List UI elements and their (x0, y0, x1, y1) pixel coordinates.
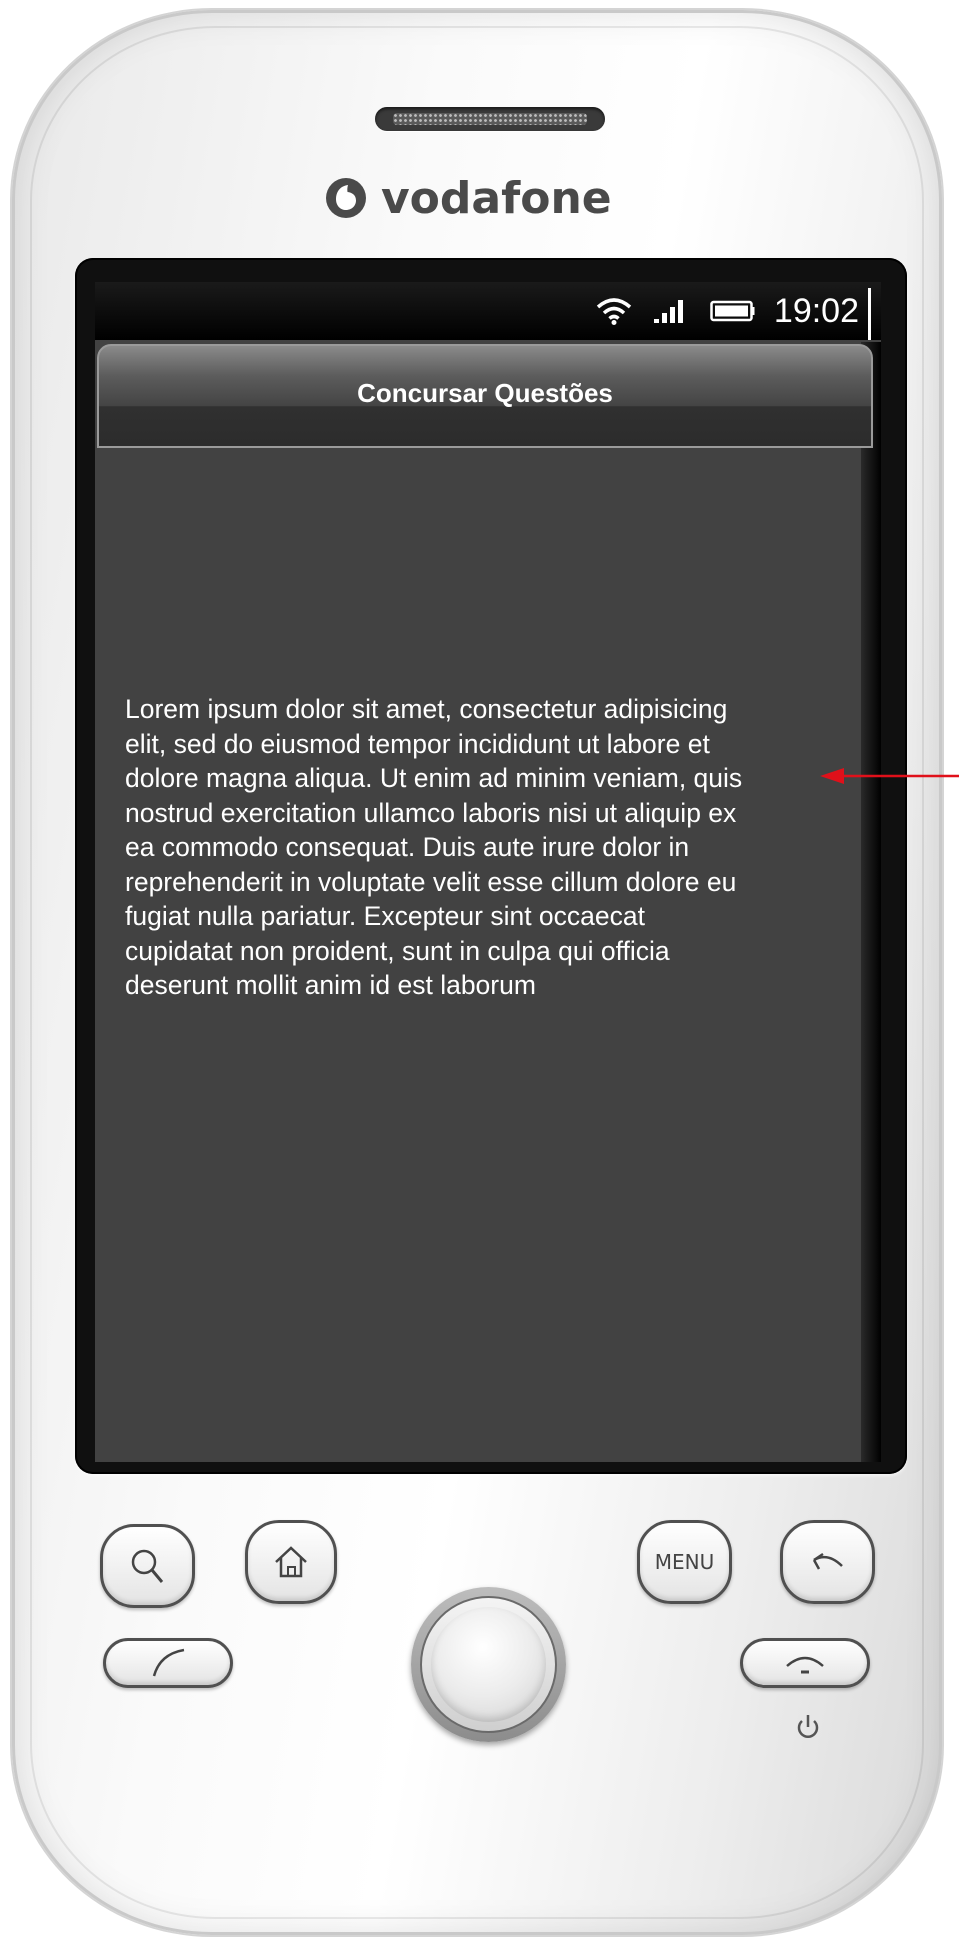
search-icon (131, 1549, 163, 1583)
body-line: deserunt mollit anim id est laborum (125, 970, 536, 1000)
menu-button-label: MENU (654, 1550, 715, 1574)
earpiece-speaker (375, 107, 605, 131)
battery-icon (710, 300, 755, 322)
trackball[interactable] (411, 1587, 566, 1742)
search-button[interactable] (100, 1524, 195, 1608)
home-button[interactable] (245, 1520, 337, 1604)
body-line: reprehenderit in voluptate velit esse ci… (125, 866, 737, 897)
trackball-icon (431, 1607, 546, 1722)
annotation-arrow (820, 768, 959, 784)
back-button[interactable] (780, 1520, 875, 1604)
body-line: cupidatat non proident, sunt in culpa qu… (125, 935, 670, 966)
body-text: Lorem ipsum dolor sit amet, consectetur … (125, 692, 865, 1003)
body-line: nostrud exercitation ullamco laboris nis… (125, 797, 737, 828)
screen: 19:02 Concursar Questões Lorem ipsum dol… (95, 282, 881, 1462)
status-time: 19:02 (773, 291, 859, 330)
body-line: Lorem ipsum dolor sit amet, consectetur … (125, 694, 728, 724)
call-button[interactable] (103, 1638, 233, 1688)
app-title-bar: Concursar Questões (97, 344, 873, 448)
app-title: Concursar Questões (357, 378, 613, 408)
body-line: ea commodo consequat. Duis aute irure do… (125, 832, 690, 862)
body-line: fugiat nulla pariatur. Excepteur sint oc… (125, 901, 645, 931)
status-bar-edge (868, 288, 871, 340)
body-line: dolore magna aliqua. Ut enim ad minim ve… (125, 763, 743, 793)
end-call-button[interactable] (740, 1638, 870, 1688)
brand-name: vodafone (381, 172, 612, 224)
home-icon (275, 1546, 307, 1578)
vodafone-logo-icon (326, 178, 366, 218)
body-line: elit, sed do eiusmod tempor incididunt u… (125, 728, 710, 759)
brand-logo: vodafone (325, 168, 645, 228)
power-icon (797, 1715, 819, 1738)
call-icon (152, 1648, 185, 1677)
wifi-icon (596, 298, 632, 325)
back-arrow-icon (812, 1552, 843, 1570)
signal-icon (653, 300, 683, 323)
speaker-grille (393, 113, 587, 125)
status-bar: 19:02 (95, 282, 881, 340)
menu-button[interactable]: MENU (637, 1520, 732, 1604)
end-call-icon (786, 1656, 824, 1674)
